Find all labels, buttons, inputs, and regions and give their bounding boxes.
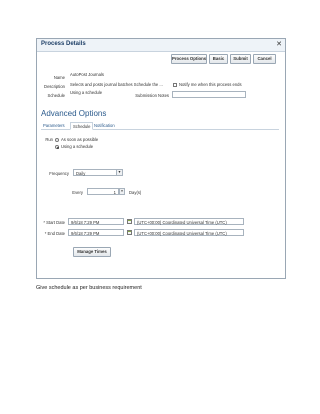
chevron-down-icon[interactable]: ▼ — [116, 170, 122, 175]
end-date-label-text: End Date — [47, 231, 65, 236]
close-icon[interactable]: ✕ — [276, 40, 282, 49]
every-input[interactable]: 1 — [87, 188, 119, 195]
process-options-button[interactable]: Process Options — [171, 54, 207, 64]
frequency-value: Daily — [76, 171, 86, 176]
tab-notification[interactable]: Notification — [94, 122, 115, 129]
schedule-value: Using a schedule — [70, 90, 103, 95]
every-unit: Day(s) — [129, 190, 142, 195]
notify-checkbox[interactable] — [173, 83, 177, 87]
start-date-input[interactable]: 9/6/18 7:29 PM — [68, 218, 124, 225]
run-label: Run — [45, 137, 53, 142]
run-asap-radio[interactable] — [55, 138, 59, 142]
tab-parameters[interactable]: Parameters — [43, 122, 65, 129]
run-schedule-label: Using a schedule — [61, 144, 94, 149]
name-value: AutoPost Journals — [70, 72, 104, 77]
submission-notes-input[interactable] — [172, 91, 246, 98]
advanced-options-heading: Advanced Options — [41, 109, 107, 118]
basic-button[interactable]: Basic — [209, 54, 228, 64]
frequency-label: Frequency — [49, 171, 69, 176]
start-timezone-field[interactable]: (UTC+00:00) Coordinated Universal Time (… — [134, 218, 244, 225]
description-value: Selects and posts journal batches Schedu… — [70, 82, 163, 87]
schedule-label: Schedule — [47, 93, 65, 98]
end-timezone-field[interactable]: (UTC+00:00) Coordinated Universal Time (… — [134, 229, 244, 236]
run-schedule-radio[interactable] — [55, 145, 59, 149]
description-label: Description — [44, 84, 65, 89]
dialog-titlebar: Process Details ✕ — [37, 39, 285, 52]
submit-button[interactable]: Submit — [230, 54, 251, 64]
stepper-arrows-icon[interactable]: ▾ — [119, 189, 124, 194]
required-mark: * — [44, 231, 47, 236]
every-stepper[interactable]: ▾ — [119, 188, 125, 195]
end-date-input[interactable]: 9/6/18 7:29 PM — [68, 229, 124, 236]
notify-label: Notify me when this process ends — [179, 82, 242, 87]
dialog-title: Process Details — [41, 41, 86, 47]
submission-notes-label: Submission Notes — [135, 93, 169, 98]
advanced-tabs: Parameters Schedule Notification — [41, 122, 279, 130]
run-asap-label: As soon as possible — [61, 137, 99, 142]
frequency-select[interactable]: Daily ▼ — [73, 169, 123, 176]
manage-times-button[interactable]: Manage Times — [73, 247, 111, 257]
every-label: Every — [72, 190, 83, 195]
process-details-dialog: Process Details ✕ Process Options Basic … — [36, 38, 286, 279]
page-caption: Give schedule as per business requiremen… — [36, 285, 142, 291]
required-mark: * — [43, 220, 45, 225]
cancel-button[interactable]: Cancel — [253, 54, 276, 64]
calendar-icon[interactable] — [127, 230, 132, 235]
tab-schedule[interactable]: Schedule — [70, 122, 94, 130]
start-date-label-text: Start Date — [46, 220, 65, 225]
end-date-label: * End Date — [43, 231, 65, 236]
name-label: Name — [53, 75, 65, 80]
calendar-icon[interactable] — [127, 219, 132, 224]
start-date-label: * Start Date — [43, 220, 65, 225]
